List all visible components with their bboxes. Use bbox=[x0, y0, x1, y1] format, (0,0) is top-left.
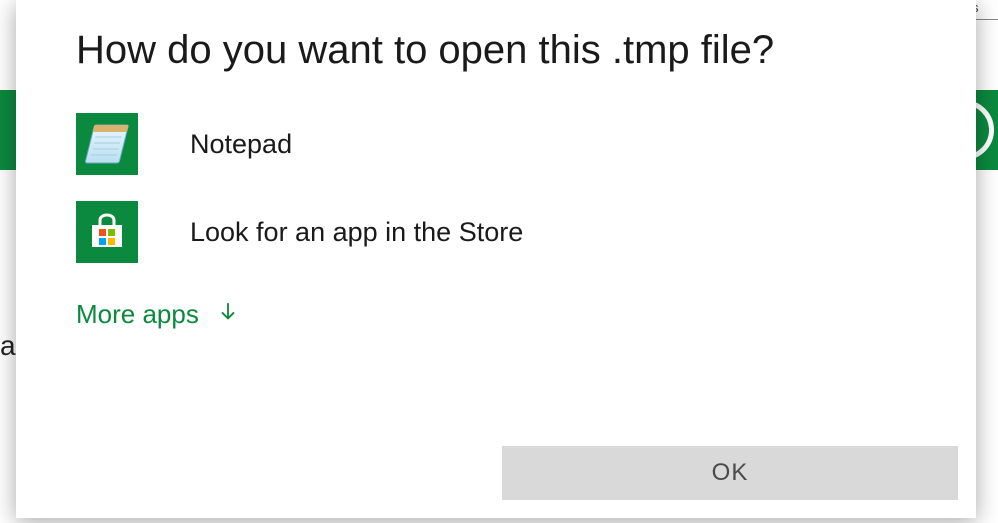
store-icon bbox=[76, 201, 138, 263]
background-fragment-left: a bbox=[0, 330, 16, 362]
ok-button[interactable]: OK bbox=[502, 446, 958, 500]
more-apps-link[interactable]: More apps bbox=[76, 299, 239, 330]
app-option-notepad[interactable]: Notepad bbox=[76, 105, 916, 193]
app-list: Notepad Look for an app in the Store bbox=[76, 105, 916, 281]
app-option-label: Look for an app in the Store bbox=[190, 217, 523, 248]
open-with-dialog: How do you want to open this .tmp file? bbox=[16, 0, 976, 518]
app-option-label: Notepad bbox=[190, 129, 292, 160]
notepad-icon bbox=[76, 113, 138, 175]
app-option-store[interactable]: Look for an app in the Store bbox=[76, 193, 916, 281]
dialog-title: How do you want to open this .tmp file? bbox=[76, 25, 916, 75]
more-apps-label: More apps bbox=[76, 299, 199, 330]
chevron-down-icon bbox=[217, 299, 239, 330]
